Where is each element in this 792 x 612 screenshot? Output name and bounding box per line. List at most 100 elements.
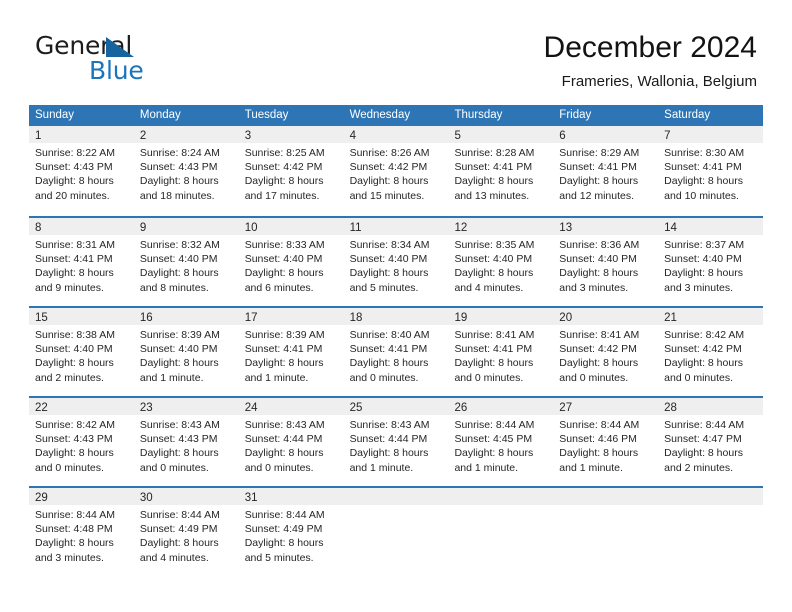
day-cell[interactable]: 27 Sunrise: 8:44 AM Sunset: 4:46 PM Dayl… [553,398,659,481]
day-cell[interactable]: 31 Sunrise: 8:44 AM Sunset: 4:49 PM Dayl… [238,488,344,571]
sunset-text: Sunset: 4:40 PM [139,343,218,356]
day-cell[interactable]: 6 Sunrise: 8:29 AM Sunset: 4:41 PM Dayli… [553,126,659,211]
day-cell[interactable]: 22 Sunrise: 8:42 AM Sunset: 4:43 PM Dayl… [29,398,134,481]
day-cell[interactable]: 11 Sunrise: 8:34 AM Sunset: 4:40 PM Dayl… [343,218,449,301]
day-number: 9 [139,222,147,234]
day-number: 1 [35,130,42,142]
day-details: Sunrise: 8:41 AM Sunset: 4:41 PM Dayligh… [448,325,553,385]
day-number-band: 21 [658,308,764,325]
daylight-text-line2: and 0 minutes. [664,371,734,384]
day-number-band: 28 [658,398,764,415]
daylight-text-line2: and 1 minute. [559,461,623,474]
day-number-band: 9 [133,218,239,235]
sunrise-text: Sunrise: 8:40 AM [349,329,430,341]
day-number: 20 [559,312,573,324]
day-number: 10 [244,222,258,234]
day-details [448,505,553,508]
daylight-text-line1: Daylight: 8 hours [559,267,639,280]
day-cell-empty [343,488,449,571]
day-cell[interactable]: 15 Sunrise: 8:38 AM Sunset: 4:40 PM Dayl… [29,308,134,391]
day-cell[interactable]: 9 Sunrise: 8:32 AM Sunset: 4:40 PM Dayli… [133,218,239,301]
sunrise-text: Sunrise: 8:35 AM [454,239,535,251]
daylight-text-line1: Daylight: 8 hours [139,447,219,460]
day-cell[interactable]: 26 Sunrise: 8:44 AM Sunset: 4:45 PM Dayl… [448,398,554,481]
daylight-text-line2: and 4 minutes. [454,281,524,294]
day-cell[interactable]: 13 Sunrise: 8:36 AM Sunset: 4:40 PM Dayl… [553,218,659,301]
day-cell[interactable]: 8 Sunrise: 8:31 AM Sunset: 4:41 PM Dayli… [29,218,134,301]
day-cell[interactable]: 25 Sunrise: 8:43 AM Sunset: 4:44 PM Dayl… [343,398,449,481]
day-number-band: 1 [29,126,134,143]
day-number-band [658,488,764,505]
day-number-band: 10 [238,218,344,235]
day-number-band: 11 [343,218,449,235]
week-row: 1 Sunrise: 8:22 AM Sunset: 4:43 PM Dayli… [29,126,764,211]
day-cell[interactable]: 28 Sunrise: 8:44 AM Sunset: 4:47 PM Dayl… [658,398,764,481]
sunset-text: Sunset: 4:43 PM [35,161,113,174]
day-cell[interactable]: 19 Sunrise: 8:41 AM Sunset: 4:41 PM Dayl… [448,308,554,391]
day-cell[interactable]: 30 Sunrise: 8:44 AM Sunset: 4:49 PM Dayl… [133,488,239,571]
daylight-text-line2: and 8 minutes. [139,281,209,294]
day-cell[interactable]: 23 Sunrise: 8:43 AM Sunset: 4:43 PM Dayl… [133,398,239,481]
day-number: 22 [35,402,48,414]
daylight-text-line2: and 18 minutes. [139,189,215,202]
day-cell[interactable]: 16 Sunrise: 8:39 AM Sunset: 4:40 PM Dayl… [133,308,239,391]
daylight-text-line2: and 5 minutes. [244,551,314,564]
daylight-text-line1: Daylight: 8 hours [349,175,429,188]
day-cell[interactable]: 2 Sunrise: 8:24 AM Sunset: 4:43 PM Dayli… [133,126,239,211]
day-cell[interactable]: 17 Sunrise: 8:39 AM Sunset: 4:41 PM Dayl… [238,308,344,391]
day-cell[interactable]: 24 Sunrise: 8:43 AM Sunset: 4:44 PM Dayl… [238,398,344,481]
day-number: 23 [139,402,153,414]
day-cell[interactable]: 1 Sunrise: 8:22 AM Sunset: 4:43 PM Dayli… [29,126,134,211]
daylight-text-line1: Daylight: 8 hours [35,447,114,460]
sunset-text: Sunset: 4:43 PM [35,433,113,446]
day-number: 18 [349,312,363,324]
day-cell[interactable]: 3 Sunrise: 8:25 AM Sunset: 4:42 PM Dayli… [238,126,344,211]
day-details: Sunrise: 8:36 AM Sunset: 4:40 PM Dayligh… [553,235,658,295]
day-number: 3 [244,130,252,142]
daylight-text-line2: and 3 minutes. [664,281,734,294]
daylight-text-line1: Daylight: 8 hours [244,447,324,460]
day-cell[interactable]: 20 Sunrise: 8:41 AM Sunset: 4:42 PM Dayl… [553,308,659,391]
daylight-text-line1: Daylight: 8 hours [664,175,743,188]
day-cell[interactable]: 12 Sunrise: 8:35 AM Sunset: 4:40 PM Dayl… [448,218,554,301]
daylight-text-line2: and 12 minutes. [559,189,635,202]
day-cell[interactable]: 21 Sunrise: 8:42 AM Sunset: 4:42 PM Dayl… [658,308,764,391]
day-details: Sunrise: 8:35 AM Sunset: 4:40 PM Dayligh… [448,235,553,295]
general-blue-logo[interactable]: General Blue [35,33,215,89]
day-number-band: 24 [238,398,344,415]
day-number-band: 27 [553,398,659,415]
day-cell[interactable]: 10 Sunrise: 8:33 AM Sunset: 4:40 PM Dayl… [238,218,344,301]
weekday-header-wednesday: Wednesday [349,109,411,121]
sunrise-text: Sunrise: 8:29 AM [559,147,640,159]
daylight-text-line1: Daylight: 8 hours [349,357,429,370]
day-details: Sunrise: 8:24 AM Sunset: 4:43 PM Dayligh… [134,143,239,203]
day-number-band: 8 [29,218,134,235]
day-details: Sunrise: 8:30 AM Sunset: 4:41 PM Dayligh… [658,143,763,203]
week-row: 8 Sunrise: 8:31 AM Sunset: 4:41 PM Dayli… [29,216,764,301]
day-cell[interactable]: 18 Sunrise: 8:40 AM Sunset: 4:41 PM Dayl… [343,308,449,391]
day-number: 30 [139,492,153,504]
day-cell[interactable]: 4 Sunrise: 8:26 AM Sunset: 4:42 PM Dayli… [343,126,449,211]
day-cell[interactable]: 14 Sunrise: 8:37 AM Sunset: 4:40 PM Dayl… [658,218,764,301]
day-details: Sunrise: 8:31 AM Sunset: 4:41 PM Dayligh… [29,235,134,295]
sunrise-text: Sunrise: 8:25 AM [244,147,325,159]
daylight-text-line1: Daylight: 8 hours [664,267,743,280]
day-details: Sunrise: 8:44 AM Sunset: 4:49 PM Dayligh… [239,505,344,565]
day-cell[interactable]: 29 Sunrise: 8:44 AM Sunset: 4:48 PM Dayl… [29,488,134,571]
sunrise-text: Sunrise: 8:44 AM [139,509,220,521]
day-cell[interactable]: 7 Sunrise: 8:30 AM Sunset: 4:41 PM Dayli… [658,126,764,211]
day-number: 14 [664,222,677,234]
daylight-text-line1: Daylight: 8 hours [244,357,324,370]
daylight-text-line2: and 1 minute. [454,461,519,474]
day-number-band: 4 [343,126,449,143]
sunset-text: Sunset: 4:48 PM [35,523,113,536]
daylight-text-line1: Daylight: 8 hours [35,175,114,188]
daylight-text-line1: Daylight: 8 hours [139,537,219,550]
sunset-text: Sunset: 4:42 PM [559,343,637,356]
title-block: December 2024 Frameries, Wallonia, Belgi… [544,30,757,91]
day-number: 17 [244,312,258,324]
day-cell[interactable]: 5 Sunrise: 8:28 AM Sunset: 4:41 PM Dayli… [448,126,554,211]
day-number: 19 [454,312,468,324]
day-details: Sunrise: 8:33 AM Sunset: 4:40 PM Dayligh… [239,235,344,295]
day-number: 16 [139,312,153,324]
